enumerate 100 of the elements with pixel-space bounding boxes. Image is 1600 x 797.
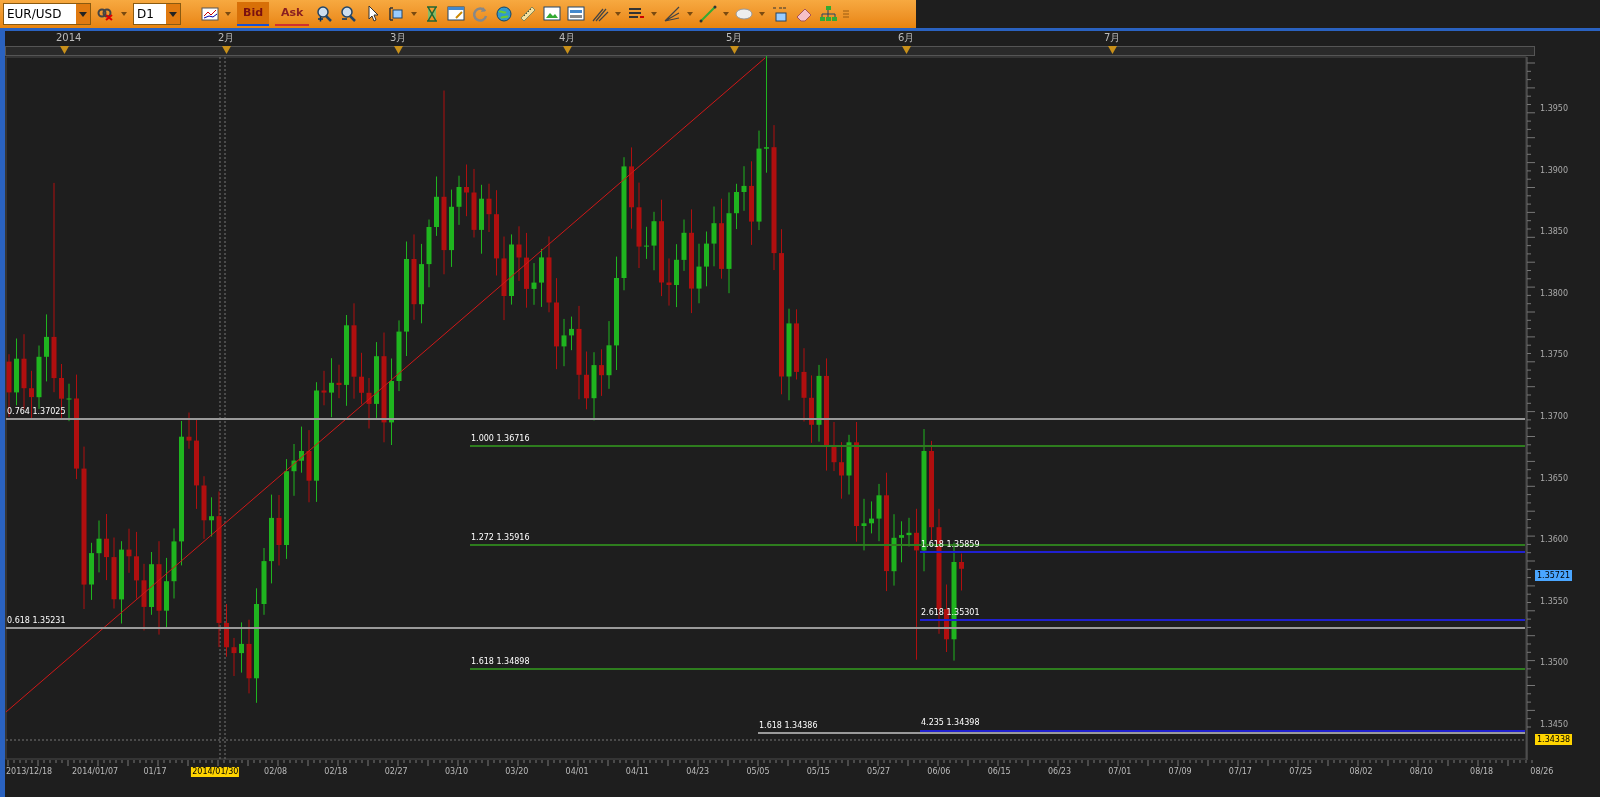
candlestick bbox=[89, 542, 94, 601]
panel-icon[interactable] bbox=[567, 5, 586, 23]
caret-icon[interactable] bbox=[723, 11, 730, 17]
price-tick: 1.3450 bbox=[1540, 719, 1568, 731]
candlestick bbox=[186, 412, 192, 450]
ruler-icon[interactable] bbox=[519, 5, 538, 23]
period-label: 2月 bbox=[218, 31, 235, 44]
candlestick bbox=[299, 426, 304, 474]
candlestick bbox=[426, 219, 432, 288]
candlestick bbox=[141, 563, 147, 631]
candlestick bbox=[809, 374, 814, 444]
caret-icon[interactable] bbox=[615, 11, 622, 17]
marker-icon[interactable] bbox=[1108, 46, 1117, 54]
candlestick bbox=[906, 517, 912, 547]
date-label: 2014/01/30 bbox=[191, 767, 240, 777]
date-label: 05/15 bbox=[805, 767, 831, 777]
marker-icon[interactable] bbox=[222, 46, 231, 54]
window-icon[interactable] bbox=[447, 5, 466, 23]
price-tick: 1.3750 bbox=[1540, 349, 1568, 362]
date-label: 04/01 bbox=[564, 767, 590, 777]
date-label: 2014/01/07 bbox=[70, 767, 120, 777]
date-label: 2013/12/18 bbox=[4, 767, 54, 777]
candlestick bbox=[261, 547, 267, 616]
price-tick: 1.3550 bbox=[1540, 595, 1568, 608]
zoom-in-icon[interactable] bbox=[315, 5, 334, 23]
candlestick bbox=[239, 621, 244, 674]
candlestick bbox=[96, 520, 102, 573]
zoom-out-icon[interactable] bbox=[339, 5, 358, 23]
period-label: 6月 bbox=[898, 31, 915, 44]
fan-lines-icon[interactable] bbox=[663, 5, 682, 23]
line-chart-icon[interactable] bbox=[201, 5, 219, 23]
level-label: 1.618 1.34898 bbox=[471, 657, 530, 666]
candlestick bbox=[66, 383, 72, 422]
date-label: 02/08 bbox=[263, 767, 289, 777]
candlestick bbox=[486, 183, 492, 233]
candlestick bbox=[164, 557, 169, 629]
candlestick bbox=[456, 175, 462, 226]
candlestick bbox=[674, 243, 679, 308]
candlestick bbox=[899, 520, 904, 563]
period-label: 5月 bbox=[726, 31, 743, 44]
dropdown-icon[interactable] bbox=[76, 4, 90, 24]
price-tick: 1.3950 bbox=[1540, 103, 1568, 115]
candlestick bbox=[704, 231, 709, 287]
candlestick bbox=[479, 184, 484, 255]
date-label: 08/18 bbox=[1469, 767, 1495, 777]
marker-icon[interactable] bbox=[730, 46, 739, 54]
price-marker-label: 1.34338 bbox=[1535, 734, 1573, 745]
date-label: 06/23 bbox=[1046, 767, 1073, 777]
caret-icon[interactable] bbox=[687, 11, 694, 17]
marker-icon[interactable] bbox=[902, 46, 911, 54]
candlestick bbox=[329, 357, 334, 418]
candlestick bbox=[599, 348, 604, 397]
candlestick bbox=[134, 531, 139, 600]
candlestick bbox=[569, 316, 574, 351]
date-label: 02/27 bbox=[383, 767, 409, 777]
level-label: 1.000 1.36716 bbox=[471, 434, 530, 443]
marker-icon[interactable] bbox=[394, 46, 403, 54]
caret-icon[interactable] bbox=[121, 11, 127, 17]
candlestick bbox=[224, 603, 229, 658]
caret-icon[interactable] bbox=[411, 11, 418, 17]
date-label: 02/18 bbox=[323, 767, 349, 777]
candlestick bbox=[846, 434, 852, 495]
date-label: 07/09 bbox=[1167, 767, 1193, 777]
globe-icon[interactable] bbox=[495, 5, 514, 23]
candlestick bbox=[29, 370, 34, 420]
date-label: 05/27 bbox=[866, 767, 892, 777]
candlestick bbox=[959, 553, 964, 591]
marker-icon[interactable] bbox=[60, 46, 69, 54]
period-label: 7月 bbox=[1104, 31, 1121, 44]
caret-icon[interactable] bbox=[651, 11, 658, 17]
candlestick bbox=[861, 498, 867, 551]
dropdown-icon[interactable] bbox=[166, 4, 180, 24]
candlestick bbox=[876, 483, 882, 542]
timeframe-dropdown[interactable]: D1 bbox=[133, 3, 181, 25]
candlestick bbox=[516, 225, 522, 282]
selection-icon[interactable] bbox=[387, 5, 406, 23]
trend-line-icon[interactable] bbox=[699, 5, 718, 23]
level-label: 4.235 1.34398 bbox=[921, 718, 980, 727]
candlestick bbox=[276, 494, 282, 566]
candlestick bbox=[201, 475, 207, 540]
candlestick bbox=[434, 176, 439, 237]
picture-icon[interactable] bbox=[543, 5, 562, 23]
candlestick bbox=[104, 513, 109, 581]
candlestick bbox=[741, 165, 747, 212]
price-toggle-button[interactable]: Ask bbox=[275, 2, 310, 26]
price-tick: 1.3650 bbox=[1540, 472, 1568, 485]
candlestick bbox=[696, 243, 702, 304]
price-tick: 1.3800 bbox=[1540, 287, 1568, 300]
symbol-dropdown[interactable]: EUR/USD bbox=[3, 3, 91, 25]
text-tool-icon[interactable] bbox=[771, 5, 790, 23]
candlestick bbox=[651, 211, 657, 271]
price-tick: 1.3600 bbox=[1540, 534, 1568, 547]
candlestick bbox=[231, 637, 237, 677]
candlestick bbox=[531, 262, 537, 306]
marker-icon[interactable] bbox=[563, 46, 572, 54]
caret-icon[interactable] bbox=[225, 11, 231, 17]
price-tick: 1.3850 bbox=[1540, 226, 1568, 239]
caret-icon[interactable] bbox=[759, 11, 766, 17]
candlestick bbox=[111, 537, 117, 609]
date-label: 01/17 bbox=[142, 767, 168, 777]
